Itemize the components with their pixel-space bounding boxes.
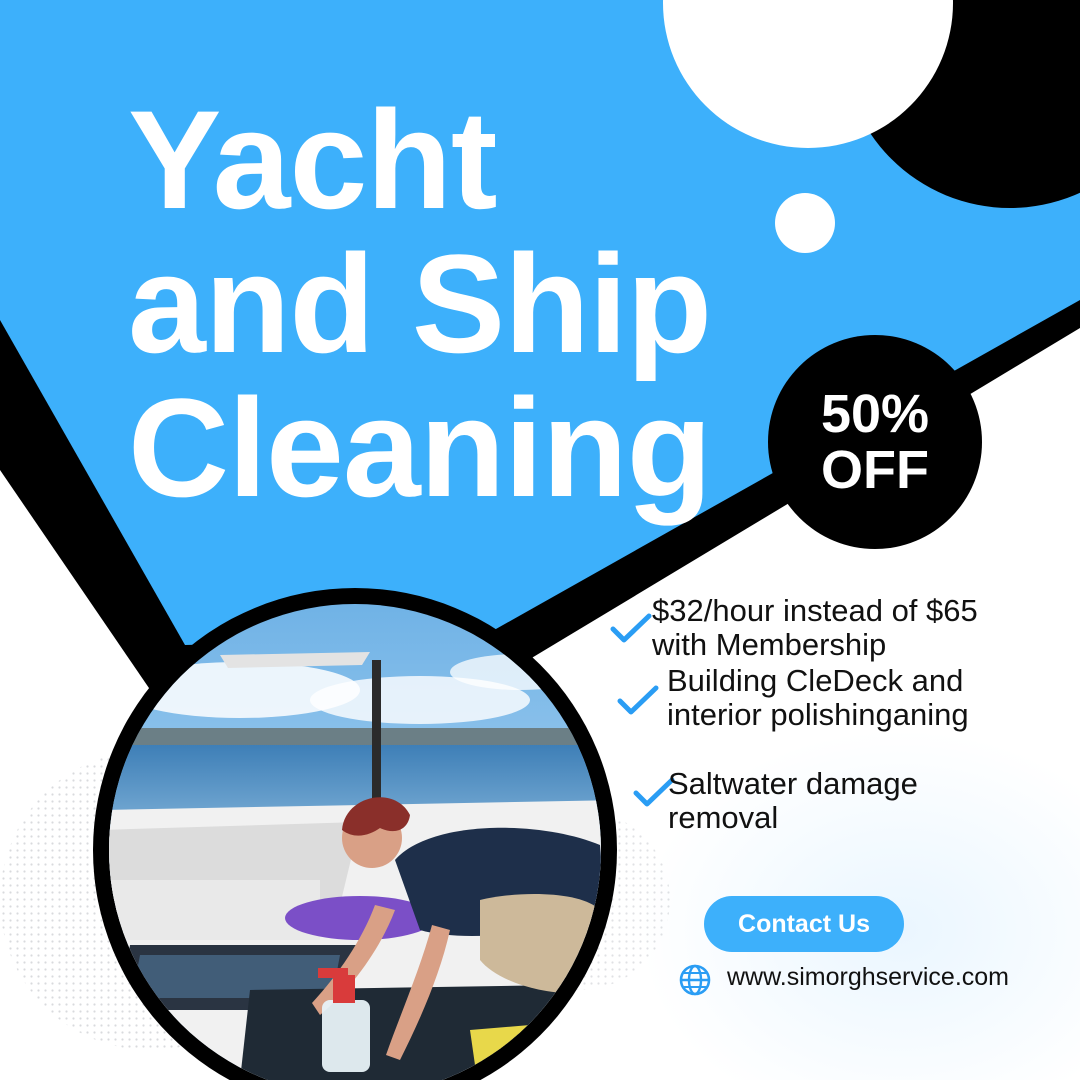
feature-item-1: $32/hour instead of $65 with Membership (652, 594, 978, 662)
globe-icon (679, 964, 711, 996)
feature-3-line-2: removal (668, 800, 779, 835)
contact-us-button[interactable]: Contact Us (704, 896, 904, 952)
promo-canvas: Yacht and Ship Cleaning 50% OFF $32/hour… (0, 0, 1080, 1080)
check-icon (610, 613, 652, 643)
website-link[interactable]: www.simorghservice.com (727, 963, 1009, 992)
feature-item-3: Saltwater damage removal (668, 767, 918, 835)
headline-line-2: and Ship (128, 225, 712, 382)
headline-line-3: Cleaning (128, 369, 712, 526)
discount-off: OFF (821, 440, 929, 500)
discount-badge: 50% OFF (768, 335, 982, 549)
feature-2-line-1: Building CleDeck and (667, 663, 964, 698)
headline: Yacht and Ship Cleaning (128, 81, 712, 526)
feature-item-2: Building CleDeck and interior polishinga… (667, 664, 969, 732)
headline-line-1: Yacht (128, 81, 498, 238)
discount-percent: 50% (820, 384, 930, 444)
feature-3-line-1: Saltwater damage (668, 766, 918, 801)
check-icon (617, 685, 659, 715)
feature-2-line-2: interior polishinganing (667, 697, 969, 732)
feature-1-line-2: with Membership (652, 627, 887, 662)
small-white-dot (775, 193, 835, 253)
feature-1-line-1: $32/hour instead of $65 (652, 593, 978, 628)
